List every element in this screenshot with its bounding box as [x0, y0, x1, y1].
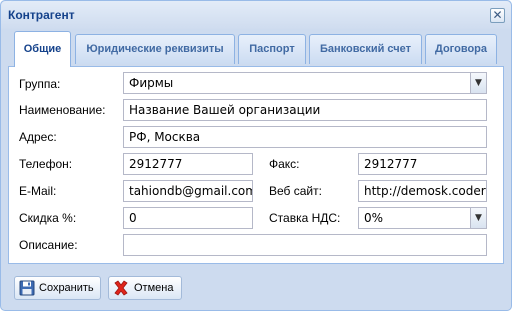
- email-label: E-Mail:: [19, 184, 57, 198]
- discount-input[interactable]: 0: [123, 207, 253, 229]
- group-label: Группа:: [19, 77, 61, 91]
- email-input[interactable]: tahiondb@gmail.com: [123, 180, 253, 202]
- title-bar[interactable]: Контрагент ✕: [1, 1, 511, 29]
- cancel-button-label: Отмена: [134, 282, 174, 294]
- description-input[interactable]: [123, 234, 487, 256]
- floppy-disk-icon: [19, 280, 35, 296]
- save-button-label: Сохранить: [39, 282, 94, 294]
- address-label: Адрес:: [19, 130, 57, 144]
- group-select[interactable]: Фирмы ▼: [123, 72, 487, 94]
- website-label: Веб сайт:: [269, 184, 322, 198]
- vat-select[interactable]: 0% ▼: [358, 207, 487, 229]
- vat-select-value: 0%: [364, 211, 384, 225]
- website-input[interactable]: http://demosk.coderu: [358, 180, 487, 202]
- red-x-icon: [114, 280, 128, 296]
- fax-label: Факс:: [269, 157, 300, 171]
- tab-bank-account[interactable]: Банковский счет: [309, 34, 422, 64]
- close-button[interactable]: ✕: [490, 8, 505, 23]
- tab-general[interactable]: Общие: [14, 31, 71, 67]
- tab-bar: Общие Юридические реквизиты Паспорт Банк…: [8, 30, 504, 67]
- chevron-down-icon: ▼: [475, 213, 482, 223]
- tab-contracts[interactable]: Договора: [425, 34, 497, 64]
- close-icon: ✕: [492, 8, 503, 22]
- phone-input[interactable]: 2912777: [123, 153, 253, 175]
- save-button[interactable]: Сохранить: [14, 276, 101, 300]
- description-label: Описание:: [19, 238, 78, 252]
- phone-label: Телефон:: [19, 157, 73, 171]
- dialog-window: Контрагент ✕ Общие Юридические реквизиты…: [0, 0, 512, 311]
- tab-passport[interactable]: Паспорт: [238, 34, 306, 64]
- vat-label: Ставка НДС:: [269, 211, 341, 225]
- chevron-down-icon: ▼: [475, 78, 482, 88]
- name-input[interactable]: Название Вашей организации: [123, 99, 487, 121]
- group-select-value: Фирмы: [129, 76, 174, 90]
- vat-dropdown-trigger[interactable]: ▼: [470, 208, 486, 228]
- fax-input[interactable]: 2912777: [358, 153, 487, 175]
- cancel-button[interactable]: Отмена: [108, 276, 182, 300]
- tab-legal-details[interactable]: Юридические реквизиты: [75, 34, 235, 64]
- window-title: Контрагент: [8, 8, 75, 22]
- discount-label: Скидка %:: [19, 211, 77, 225]
- name-label: Наименование:: [19, 103, 106, 117]
- address-input[interactable]: РФ, Москва: [123, 126, 487, 148]
- general-panel: Группа: Фирмы ▼ Наименование: Название В…: [8, 66, 504, 264]
- group-dropdown-trigger[interactable]: ▼: [470, 73, 486, 93]
